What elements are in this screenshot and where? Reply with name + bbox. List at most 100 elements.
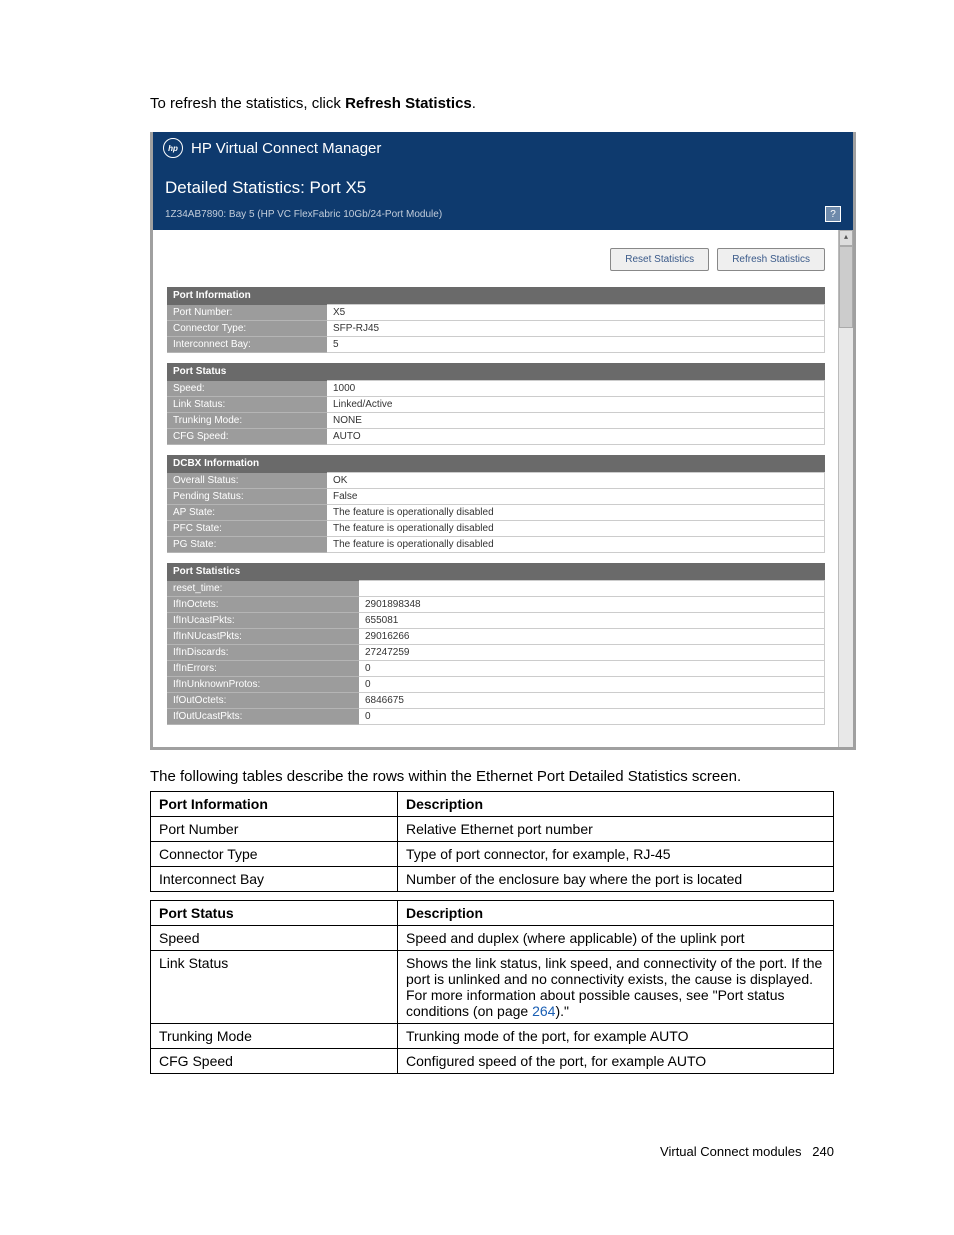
table-cell: Speed (151, 925, 398, 950)
row-label: IfInDiscards: (167, 644, 359, 660)
refresh-statistics-button[interactable]: Refresh Statistics (717, 248, 825, 271)
row-label: Interconnect Bay: (167, 337, 327, 353)
table-cell: Interconnect Bay (151, 866, 398, 891)
scroll-up-icon[interactable]: ▴ (839, 230, 853, 246)
table-cell: Trunking Mode (151, 1023, 398, 1048)
table-row: IfInErrors:0 (167, 660, 825, 676)
section-header: Port Status (167, 363, 825, 381)
table-row: CFG SpeedConfigured speed of the port, f… (151, 1048, 834, 1073)
table-cell: Configured speed of the port, for exampl… (398, 1048, 834, 1073)
row-value: X5 (327, 305, 825, 321)
table-cell: Number of the enclosure bay where the po… (398, 866, 834, 891)
table-row: IfInDiscards:27247259 (167, 644, 825, 660)
doc-table: Port InformationDescriptionPort NumberRe… (150, 791, 834, 892)
stats-section: Port InformationPort Number:X5Connector … (167, 287, 825, 353)
table-row: IfInOctets:2901898348 (167, 596, 825, 612)
table-row: PG State:The feature is operationally di… (167, 537, 825, 553)
column-header: Port Information (151, 791, 398, 816)
table-row: Interconnect Bay:5 (167, 337, 825, 353)
row-label: PFC State: (167, 521, 327, 537)
table-row: Connector Type:SFP-RJ45 (167, 321, 825, 337)
table-row: Port Number:X5 (167, 305, 825, 321)
table-cell: Speed and duplex (where applicable) of t… (398, 925, 834, 950)
row-value: The feature is operationally disabled (327, 537, 825, 553)
row-label: reset_time: (167, 581, 359, 597)
section-header: DCBX Information (167, 455, 825, 473)
row-label: Speed: (167, 381, 327, 397)
row-label: Pending Status: (167, 489, 327, 505)
scroll-thumb[interactable] (839, 246, 853, 328)
row-value: OK (327, 473, 825, 489)
intro-suffix: . (472, 95, 476, 112)
table-row: Trunking Mode:NONE (167, 413, 825, 429)
scrollbar[interactable]: ▴ (838, 230, 853, 747)
table-row: PFC State:The feature is operationally d… (167, 521, 825, 537)
table-row: Connector TypeType of port connector, fo… (151, 841, 834, 866)
table-row: IfOutUcastPkts:0 (167, 708, 825, 724)
column-header: Port Status (151, 900, 398, 925)
table-row: IfInUnknownProtos:0 (167, 676, 825, 692)
doc-table: Port StatusDescriptionSpeedSpeed and dup… (150, 900, 834, 1074)
row-label: IfInUcastPkts: (167, 612, 359, 628)
stats-section: Port StatusSpeed:1000Link Status:Linked/… (167, 363, 825, 445)
footer-page-number: 240 (812, 1144, 834, 1159)
stats-section: Port Statisticsreset_time:IfInOctets:290… (167, 563, 825, 725)
table-row: IfInNUcastPkts:29016266 (167, 628, 825, 644)
table-row: CFG Speed:AUTO (167, 429, 825, 445)
row-value: The feature is operationally disabled (327, 505, 825, 521)
table-cell: Relative Ethernet port number (398, 816, 834, 841)
reset-statistics-button[interactable]: Reset Statistics (610, 248, 709, 271)
help-icon[interactable]: ? (825, 206, 841, 222)
table-row: Interconnect BayNumber of the enclosure … (151, 866, 834, 891)
row-label: Port Number: (167, 305, 327, 321)
row-value: Linked/Active (327, 397, 825, 413)
screenshot-panel: hp HP Virtual Connect Manager Detailed S… (150, 132, 856, 750)
page-subtitle: 1Z34AB7890: Bay 5 (HP VC FlexFabric 10Gb… (165, 209, 442, 220)
intro-prefix: To refresh the statistics, click (150, 95, 345, 112)
table-row: AP State:The feature is operationally di… (167, 505, 825, 521)
table-row: Link StatusShows the link status, link s… (151, 950, 834, 1023)
row-label: Overall Status: (167, 473, 327, 489)
row-label: IfOutOctets: (167, 692, 359, 708)
page-title: Detailed Statistics: Port X5 (165, 178, 841, 198)
row-label: Link Status: (167, 397, 327, 413)
table-row: reset_time: (167, 581, 825, 597)
table-row: IfInUcastPkts:655081 (167, 612, 825, 628)
row-label: Trunking Mode: (167, 413, 327, 429)
stats-section: DCBX InformationOverall Status:OKPending… (167, 455, 825, 553)
table-row: Pending Status:False (167, 489, 825, 505)
row-label: IfInOctets: (167, 596, 359, 612)
row-label: IfOutUcastPkts: (167, 708, 359, 724)
row-value: The feature is operationally disabled (327, 521, 825, 537)
row-value: SFP-RJ45 (327, 321, 825, 337)
column-header: Description (398, 791, 834, 816)
row-label: IfInUnknownProtos: (167, 676, 359, 692)
row-value: AUTO (327, 429, 825, 445)
row-label: AP State: (167, 505, 327, 521)
column-header: Description (398, 900, 834, 925)
page-footer: Virtual Connect modules 240 (150, 1144, 834, 1159)
table-row: SpeedSpeed and duplex (where applicable)… (151, 925, 834, 950)
table-cell: Trunking mode of the port, for example A… (398, 1023, 834, 1048)
app-title: HP Virtual Connect Manager (191, 140, 381, 157)
app-header: hp HP Virtual Connect Manager (153, 132, 853, 164)
page-link[interactable]: 264 (532, 1003, 555, 1019)
table-cell: Port Number (151, 816, 398, 841)
section-header: Port Information (167, 287, 825, 305)
intro-paragraph: To refresh the statistics, click Refresh… (150, 95, 834, 112)
row-label: CFG Speed: (167, 429, 327, 445)
row-value: 6846675 (359, 692, 825, 708)
table-row: Link Status:Linked/Active (167, 397, 825, 413)
row-value: 27247259 (359, 644, 825, 660)
description-paragraph: The following tables describe the rows w… (150, 768, 834, 785)
screenshot-body: Reset Statistics Refresh Statistics Port… (153, 230, 853, 747)
row-label: IfInNUcastPkts: (167, 628, 359, 644)
row-value: 0 (359, 708, 825, 724)
row-value: False (327, 489, 825, 505)
button-row: Reset Statistics Refresh Statistics (167, 248, 825, 271)
table-row: Port NumberRelative Ethernet port number (151, 816, 834, 841)
page-subheader: Detailed Statistics: Port X5 1Z34AB7890:… (153, 164, 853, 230)
row-value: NONE (327, 413, 825, 429)
intro-bold: Refresh Statistics (345, 95, 472, 112)
section-header: Port Statistics (167, 563, 825, 581)
